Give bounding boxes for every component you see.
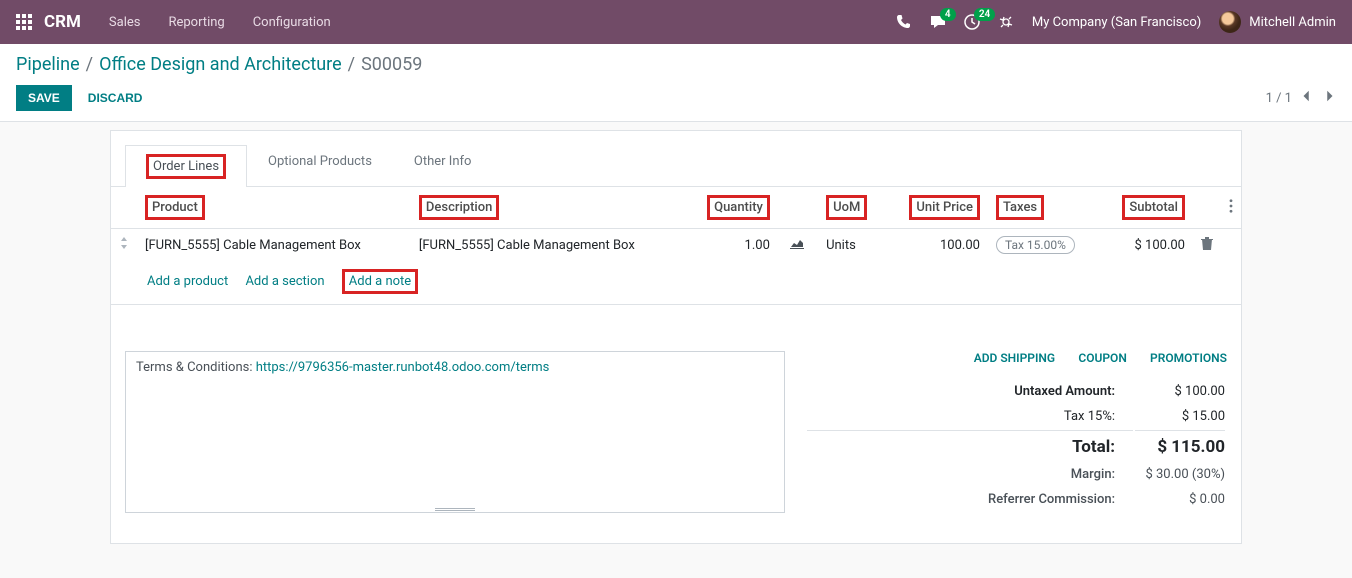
crumb-sep: / bbox=[86, 54, 93, 75]
drag-handle-icon[interactable] bbox=[119, 238, 129, 253]
apps-icon[interactable] bbox=[16, 14, 32, 30]
total-label: Total: bbox=[807, 430, 1133, 461]
terms-input[interactable]: Terms & Conditions: https://9796356-mast… bbox=[125, 351, 785, 513]
referrer-value: $ 0.00 bbox=[1135, 488, 1225, 511]
total-value: $ 115.00 bbox=[1135, 430, 1225, 461]
pager: 1 / 1 bbox=[1266, 89, 1336, 107]
footer-row: Terms & Conditions: https://9796356-mast… bbox=[111, 351, 1241, 513]
promotions-button[interactable]: PROMOTIONS bbox=[1150, 351, 1227, 365]
cell-product[interactable]: [FURN_5555] Cable Management Box bbox=[137, 229, 411, 262]
tax-value: $ 15.00 bbox=[1135, 405, 1225, 428]
activity-icon[interactable]: 24 bbox=[964, 14, 980, 30]
nav-sales[interactable]: Sales bbox=[109, 15, 141, 30]
user-name: Mitchell Admin bbox=[1249, 15, 1336, 30]
messages-badge: 4 bbox=[940, 8, 956, 21]
col-subtotal[interactable]: Subtotal bbox=[1100, 187, 1193, 229]
referrer-label: Referrer Commission: bbox=[807, 488, 1133, 511]
user-menu[interactable]: Mitchell Admin bbox=[1219, 11, 1336, 33]
company-switcher[interactable]: My Company (San Francisco) bbox=[1032, 15, 1201, 30]
cell-description[interactable]: [FURN_5555] Cable Management Box bbox=[411, 229, 685, 262]
margin-label: Margin: bbox=[807, 463, 1133, 486]
action-row: SAVE DISCARD 1 / 1 bbox=[16, 85, 1336, 121]
nav-configuration[interactable]: Configuration bbox=[253, 15, 331, 30]
totals-table: Untaxed Amount:$ 100.00 Tax 15%:$ 15.00 … bbox=[805, 378, 1227, 513]
cell-uom[interactable]: Units bbox=[818, 229, 886, 262]
save-button[interactable]: SAVE bbox=[16, 85, 72, 111]
terms-prefix: Terms & Conditions: bbox=[136, 360, 256, 375]
tab-order-lines[interactable]: Order Lines bbox=[125, 145, 247, 187]
nav-reporting[interactable]: Reporting bbox=[168, 15, 224, 30]
crumb-opportunity[interactable]: Office Design and Architecture bbox=[99, 54, 342, 75]
col-product[interactable]: Product bbox=[137, 187, 411, 229]
debug-icon[interactable] bbox=[998, 14, 1014, 30]
crumb-current: S00059 bbox=[361, 54, 422, 75]
add-links-row: Add a product Add a section Add a note bbox=[111, 261, 1241, 305]
totals-column: ADD SHIPPING COUPON PROMOTIONS Untaxed A… bbox=[805, 351, 1227, 513]
cell-quantity[interactable]: 1.00 bbox=[685, 229, 778, 262]
untaxed-value: $ 100.00 bbox=[1135, 380, 1225, 403]
col-unit-price[interactable]: Unit Price bbox=[886, 187, 988, 229]
add-note-link[interactable]: Add a note bbox=[349, 274, 411, 289]
topbar: CRM Sales Reporting Configuration 4 24 M… bbox=[0, 0, 1352, 44]
pager-text[interactable]: 1 / 1 bbox=[1266, 91, 1292, 106]
tabs: Order Lines Optional Products Other Info bbox=[111, 145, 1241, 187]
col-uom[interactable]: UoM bbox=[818, 187, 886, 229]
columns-menu-icon[interactable] bbox=[1229, 202, 1233, 217]
crumb-sep: / bbox=[348, 54, 355, 75]
pager-next-icon[interactable] bbox=[1322, 89, 1336, 107]
tax-label: Tax 15%: bbox=[807, 405, 1133, 428]
forecast-icon[interactable] bbox=[790, 237, 804, 253]
pager-prev-icon[interactable] bbox=[1300, 89, 1314, 107]
form-sheet: Order Lines Optional Products Other Info… bbox=[110, 130, 1242, 544]
untaxed-label: Untaxed Amount: bbox=[807, 380, 1133, 403]
cell-unit-price[interactable]: 100.00 bbox=[886, 229, 988, 262]
tax-badge: Tax 15.00% bbox=[996, 236, 1075, 254]
control-bar: Pipeline / Office Design and Architectur… bbox=[0, 44, 1352, 122]
col-description[interactable]: Description bbox=[411, 187, 685, 229]
messages-icon[interactable]: 4 bbox=[930, 14, 946, 30]
margin-value: $ 30.00 (30%) bbox=[1135, 463, 1225, 486]
cell-taxes[interactable]: Tax 15.00% bbox=[988, 229, 1100, 262]
tab-order-lines-label: Order Lines bbox=[146, 154, 226, 179]
cell-subtotal: $ 100.00 bbox=[1100, 229, 1193, 262]
delete-row-icon[interactable] bbox=[1201, 239, 1213, 254]
phone-icon[interactable] bbox=[896, 14, 912, 30]
tab-optional-products[interactable]: Optional Products bbox=[247, 145, 393, 186]
coupon-button[interactable]: COUPON bbox=[1078, 351, 1126, 365]
terms-link[interactable]: https://9796356-master.runbot48.odoo.com… bbox=[256, 360, 550, 375]
add-product-link[interactable]: Add a product bbox=[147, 274, 228, 289]
resize-handle[interactable] bbox=[435, 507, 475, 513]
discard-button[interactable]: DISCARD bbox=[84, 85, 147, 111]
activity-badge: 24 bbox=[974, 8, 995, 21]
crumb-pipeline[interactable]: Pipeline bbox=[16, 54, 80, 75]
add-shipping-button[interactable]: ADD SHIPPING bbox=[974, 351, 1055, 365]
table-row[interactable]: [FURN_5555] Cable Management Box [FURN_5… bbox=[111, 229, 1241, 262]
breadcrumb: Pipeline / Office Design and Architectur… bbox=[16, 54, 1336, 75]
brand[interactable]: CRM bbox=[44, 12, 81, 32]
add-section-link[interactable]: Add a section bbox=[245, 274, 324, 289]
col-taxes[interactable]: Taxes bbox=[988, 187, 1100, 229]
order-lines-table: Product Description Quantity UoM Unit Pr… bbox=[111, 187, 1241, 261]
tab-other-info[interactable]: Other Info bbox=[393, 145, 493, 186]
avatar bbox=[1219, 11, 1241, 33]
col-quantity[interactable]: Quantity bbox=[685, 187, 778, 229]
